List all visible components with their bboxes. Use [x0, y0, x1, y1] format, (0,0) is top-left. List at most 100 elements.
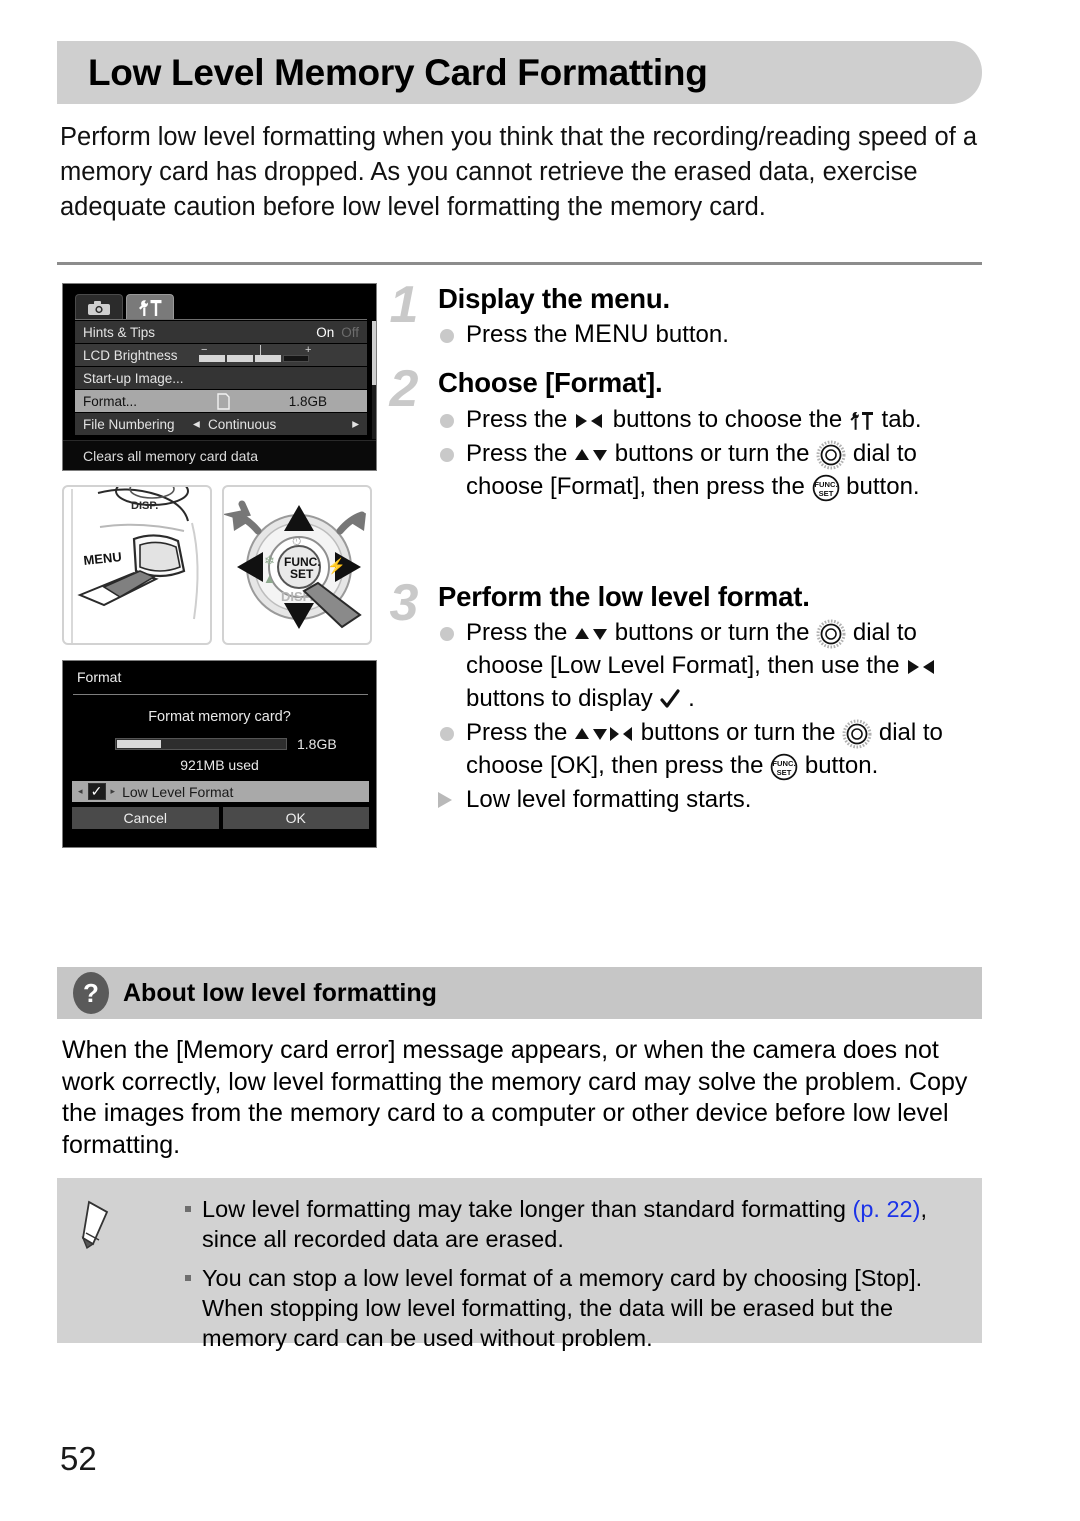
- step-number: 1: [389, 276, 419, 334]
- up-down-arrows-icon: [575, 627, 608, 640]
- menu-row-list: Hints & Tips On Off LCD Brightness − | +: [75, 321, 367, 436]
- menu-row-value: 1.8GB: [288, 393, 327, 409]
- button-illustrations: DISP. MENU FUNC. SET ⏱ ❄ ▲ ⚡ DISP.: [62, 485, 380, 645]
- svg-text:▲: ▲: [263, 571, 276, 586]
- bullet-item: Press the buttons or turn the dial to ch…: [438, 616, 983, 715]
- left-right-arrows-icon: [576, 413, 603, 428]
- format-dialog-divider: [73, 694, 368, 695]
- svg-text:⏱: ⏱: [292, 534, 301, 548]
- brightness-slider[interactable]: − | +: [197, 344, 327, 364]
- figure-column: Hints & Tips On Off LCD Brightness − | +: [62, 283, 380, 848]
- sd-card-glyph: [217, 392, 230, 410]
- bullet-text-b: button.: [648, 321, 729, 349]
- bullet-text-b: buttons or turn the: [608, 439, 817, 467]
- question-mark-icon: ?: [73, 972, 109, 1014]
- bullet-text-d: buttons to display: [466, 685, 660, 713]
- menu-row-lcd-brightness[interactable]: LCD Brightness − | +: [75, 344, 367, 367]
- slider-segment-4: [283, 355, 309, 362]
- capacity-bar-fill: [117, 740, 161, 748]
- svg-text:FUNC.: FUNC.: [773, 759, 796, 768]
- bullet-text-a: Press the: [466, 439, 575, 467]
- menu-button-drawing: DISP. MENU: [71, 487, 199, 643]
- format-dialog-question: Format memory card?: [148, 709, 291, 725]
- svg-text:SET: SET: [290, 567, 314, 581]
- bullet-text-e: .: [681, 685, 695, 713]
- bullet-text-b: buttons or turn the: [634, 719, 843, 747]
- step-bullets: Press the MENU button.: [438, 318, 983, 351]
- step-number: 2: [389, 360, 419, 419]
- cancel-button[interactable]: Cancel: [72, 807, 219, 829]
- bullet-item-result: Low level formatting starts.: [438, 783, 983, 816]
- bullet-item: Press the MENU button.: [438, 318, 983, 351]
- page-title-bar: Low Level Memory Card Formatting: [57, 41, 982, 104]
- bullet-text-a: Press the: [466, 719, 575, 747]
- menu-row-file-numbering[interactable]: File Numbering ◂ Continuous ▸: [75, 413, 367, 436]
- bullet-text-b: buttons or turn the: [608, 619, 817, 647]
- svg-text:MENU: MENU: [83, 549, 123, 568]
- control-dial-icon: [816, 440, 846, 470]
- menu-row-format[interactable]: Format... 1.8GB: [75, 390, 367, 413]
- option-left-arrow[interactable]: ◂: [78, 786, 83, 797]
- menu-scrollbar-thumb[interactable]: [372, 321, 376, 385]
- bullet-dot-icon: [440, 329, 454, 344]
- bullet-text-a: Press the: [466, 619, 575, 647]
- page-reference-link[interactable]: (p. 22): [853, 1196, 921, 1222]
- menu-button-word: MENU: [574, 320, 649, 349]
- page-title: Low Level Memory Card Formatting: [88, 51, 708, 93]
- step-1: 1 Display the menu. Press the MENU butto…: [383, 276, 983, 351]
- menu-tab-bar: [75, 290, 177, 320]
- spinner-left-arrow[interactable]: ◂: [193, 416, 200, 432]
- wrench-hammer-tab-icon: [850, 411, 873, 430]
- note-text: You can stop a low level format of a mem…: [202, 1265, 923, 1351]
- bullet-dot-icon: [440, 447, 454, 462]
- menu-row-value: On Off: [316, 325, 359, 340]
- low-level-format-option[interactable]: ◂ ✓ ▸ Low Level Format: [72, 781, 369, 802]
- four-way-arrows-icon: [575, 726, 633, 741]
- checkmark-icon: [660, 689, 681, 708]
- note-item: You can stop a low level format of a mem…: [182, 1263, 962, 1353]
- control-dial-drawing: FUNC. SET ⏱ ❄ ▲ ⚡ DISP.: [224, 500, 366, 629]
- result-triangle-icon: [438, 792, 452, 809]
- func-set-icon: FUNC.SET: [770, 753, 798, 781]
- svg-text:DISP.: DISP.: [131, 500, 158, 512]
- bullet-item: Press the buttons or turn the dial to ch…: [438, 716, 983, 782]
- about-section-body: When the [Memory card error] message app…: [62, 1036, 968, 1159]
- sd-card-icon: [217, 392, 230, 410]
- svg-text:SET: SET: [818, 489, 833, 498]
- left-right-arrows-icon: [908, 659, 935, 674]
- note-item: Low level formatting may take longer tha…: [182, 1194, 962, 1254]
- slider-segment-3: [255, 355, 281, 362]
- step-2: 2 Choose [Format]. Press the buttons to …: [383, 360, 983, 503]
- spinner-right-arrow[interactable]: ▸: [352, 416, 359, 432]
- func-set-icon: FUNC.SET: [812, 474, 839, 501]
- control-dial-icon: [842, 719, 872, 749]
- pencil-icon: [81, 1200, 109, 1250]
- menu-row-label: Hints & Tips: [83, 324, 156, 340]
- low-level-format-checkbox[interactable]: ✓: [87, 783, 106, 800]
- note-bullet-icon: [185, 1206, 191, 1212]
- bullet-text-b: buttons to choose the: [606, 405, 849, 433]
- tab-settings[interactable]: [126, 294, 174, 320]
- svg-text:FUNC.: FUNC.: [814, 480, 837, 489]
- about-section-header: ? About low level formatting: [57, 967, 982, 1019]
- note-bullet-icon: [185, 1275, 191, 1281]
- menu-row-hints-tips[interactable]: Hints & Tips On Off: [75, 321, 367, 344]
- menu-row-label: File Numbering: [83, 416, 175, 432]
- used-space-label: 921MB used: [180, 757, 259, 773]
- format-dialog-screenshot: Format Format memory card? 1.8GB 921MB u…: [62, 660, 377, 848]
- bullet-text-d: button.: [839, 472, 920, 500]
- note-text-before: Low level formatting may take longer tha…: [202, 1196, 853, 1222]
- menu-row-startup-image[interactable]: Start-up Image...: [75, 367, 367, 390]
- step-bullets: Press the buttons to choose the tab. Pre…: [438, 403, 983, 503]
- svg-text:❄: ❄: [264, 553, 275, 568]
- slider-segment-1: [199, 355, 225, 362]
- page-number: 52: [60, 1440, 97, 1477]
- low-level-format-label: Low Level Format: [122, 783, 234, 800]
- note-list: Low level formatting may take longer tha…: [182, 1194, 962, 1362]
- ok-button[interactable]: OK: [222, 807, 369, 829]
- step-3: 3 Perform the low level format. Press th…: [383, 577, 983, 816]
- slider-segment-2: [227, 355, 253, 362]
- svg-text:SET: SET: [777, 768, 792, 777]
- option-right-arrow[interactable]: ▸: [111, 786, 116, 797]
- tab-camera[interactable]: [75, 294, 123, 320]
